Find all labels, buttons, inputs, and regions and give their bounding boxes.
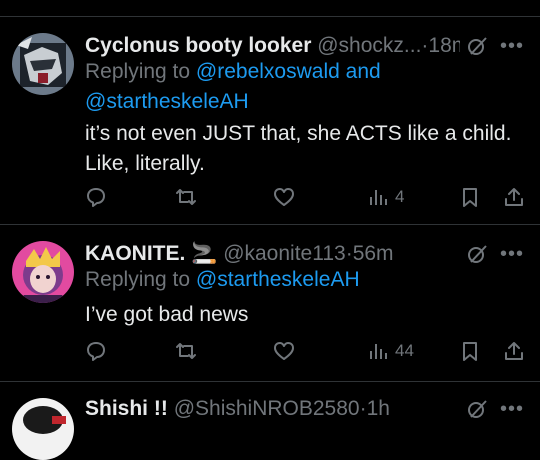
- name-emoji: 🚬: [191, 242, 218, 265]
- bookmark-icon: [463, 342, 477, 361]
- user-handle[interactable]: @kaonite113: [223, 242, 346, 265]
- more-icon[interactable]: •••: [500, 36, 526, 63]
- retweet-icon: [176, 189, 196, 205]
- mention-link[interactable]: @startheskeleAH: [85, 90, 249, 113]
- replying-to-line2: @startheskeleAH: [85, 87, 249, 117]
- share-button[interactable]: [503, 183, 525, 211]
- avatar[interactable]: [12, 33, 74, 95]
- retweet-button[interactable]: [175, 337, 197, 365]
- avatar[interactable]: [12, 241, 74, 303]
- user-handle[interactable]: @shockz...: [317, 34, 421, 57]
- like-button[interactable]: [273, 183, 295, 211]
- tweet-text-line: I’ve got bad news: [85, 303, 249, 326]
- replying-prefix: Replying to: [85, 60, 191, 83]
- share-icon: [505, 188, 523, 206]
- separator-dot: ·: [359, 397, 367, 420]
- more-icon[interactable]: •••: [500, 399, 526, 426]
- avatar[interactable]: [12, 398, 74, 460]
- replying-to: Replying to @startheskeleAH: [85, 265, 360, 295]
- timestamp[interactable]: 18m: [428, 34, 460, 57]
- replying-to: Replying to @rebelxoswald and: [85, 57, 381, 87]
- display-name[interactable]: KAONITE.: [85, 242, 185, 265]
- avatar-image: [12, 33, 74, 95]
- tweet-1[interactable]: Cyclonus booty looker @shockz...·18m •••…: [0, 17, 540, 222]
- tweet-text: I’ve got bad news: [85, 300, 522, 330]
- tweet-text: it’s not even JUST that, she ACTS like a…: [85, 119, 522, 179]
- bookmark-button[interactable]: [459, 337, 481, 365]
- timestamp[interactable]: 1h: [367, 397, 390, 420]
- views-button[interactable]: 44: [367, 337, 414, 365]
- views-icon: [370, 190, 387, 205]
- views-button[interactable]: 4: [367, 183, 404, 211]
- tweet-header: KAONITE. 🚬 @kaonite113·56m: [85, 241, 460, 267]
- tweet-actions: 4: [85, 183, 525, 211]
- more-icon[interactable]: •••: [500, 244, 526, 271]
- display-name[interactable]: Shishi !!: [85, 397, 168, 420]
- tweet-header: Shishi !! @ShishiNROB2580·1h: [85, 396, 460, 422]
- like-icon: [274, 188, 294, 206]
- views-icon: [370, 344, 387, 359]
- retweet-icon: [176, 343, 196, 359]
- tweet-2[interactable]: KAONITE. 🚬 @kaonite113·56m ••• Replying …: [0, 225, 540, 380]
- grok-icon[interactable]: [466, 35, 488, 57]
- views-count: 4: [395, 187, 405, 206]
- grok-icon[interactable]: [466, 243, 488, 265]
- user-handle[interactable]: @ShishiNROB2580: [174, 397, 360, 420]
- bookmark-icon: [463, 188, 477, 207]
- timestamp[interactable]: 56m: [353, 242, 394, 265]
- reply-icon: [87, 188, 105, 207]
- tweet-text-line: it’s not even JUST that, she ACTS like a…: [85, 122, 512, 145]
- retweet-button[interactable]: [175, 183, 197, 211]
- mention-link[interactable]: @startheskeleAH: [196, 268, 360, 291]
- share-button[interactable]: [503, 337, 525, 365]
- like-button[interactable]: [273, 337, 295, 365]
- reply-button[interactable]: [85, 183, 107, 211]
- share-icon: [505, 342, 523, 360]
- avatar-image: [12, 398, 74, 460]
- views-count: 44: [395, 341, 414, 360]
- bookmark-button[interactable]: [459, 183, 481, 211]
- tweet-text-line: Like, literally.: [85, 152, 205, 175]
- tweet-header: Cyclonus booty looker @shockz...·18m: [85, 33, 460, 59]
- replying-prefix: Replying to: [85, 268, 191, 291]
- display-name[interactable]: Cyclonus booty looker: [85, 34, 311, 57]
- reply-button[interactable]: [85, 337, 107, 365]
- tweet-actions: 44: [85, 337, 525, 365]
- like-icon: [274, 342, 294, 360]
- avatar-image: [12, 241, 74, 303]
- separator-dot: ·: [345, 242, 353, 265]
- replying-and[interactable]: and: [346, 60, 381, 83]
- mention-link[interactable]: @rebelxoswald: [196, 60, 340, 83]
- tweet-3[interactable]: Shishi !! @ShishiNROB2580·1h •••: [0, 382, 540, 460]
- reply-icon: [87, 342, 105, 361]
- grok-icon[interactable]: [466, 398, 488, 420]
